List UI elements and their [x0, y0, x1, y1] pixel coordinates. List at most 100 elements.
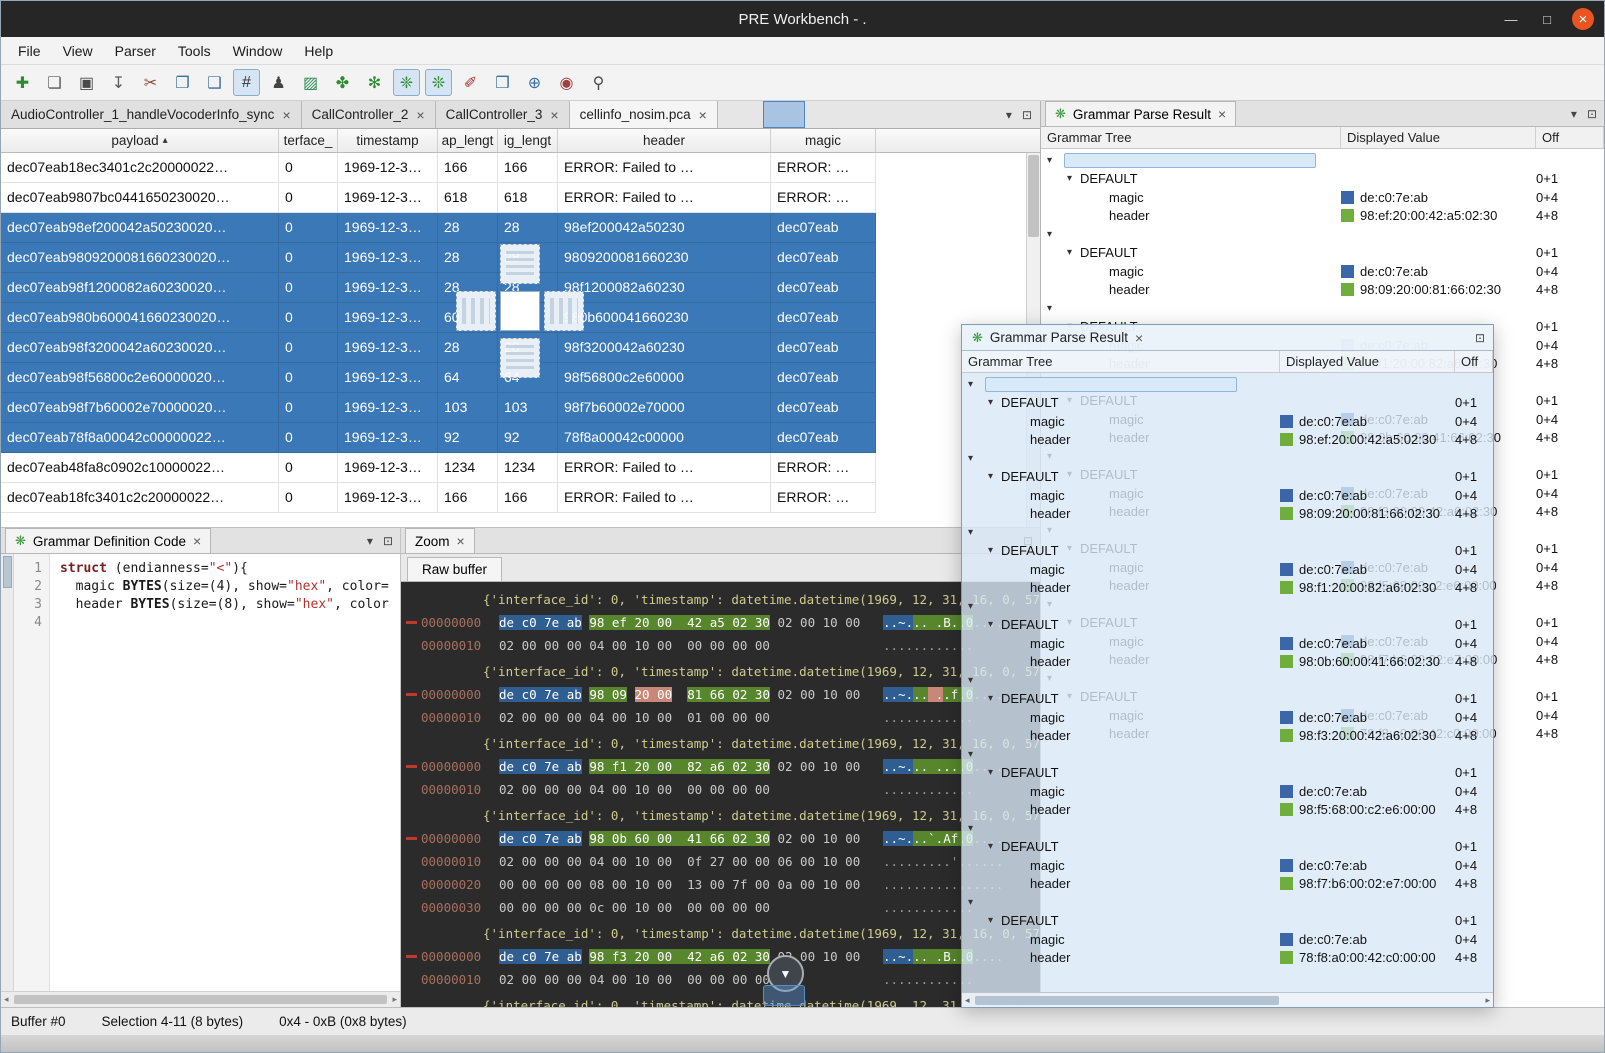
- hex-byte-group[interactable]: 98 f1 20 00 82 a6 02 30: [589, 759, 770, 774]
- menu-item-parser[interactable]: Parser: [104, 40, 167, 62]
- tree-packet-row[interactable]: ▾: [962, 819, 1493, 838]
- tree-default-row[interactable]: ▾DEFAULT0+1: [962, 542, 1493, 561]
- screenshot-icon[interactable]: ▨: [297, 69, 324, 96]
- tree-magic-row[interactable]: magicde:c0:7e:ab0+4: [962, 560, 1493, 579]
- hex-line[interactable]: 0000003000 00 00 00 0c 00 10 00 00 00 00…: [405, 896, 1040, 919]
- column-header-magic[interactable]: magic: [771, 129, 876, 152]
- tree-packet-row[interactable]: ▾: [962, 745, 1493, 764]
- hex-byte-group[interactable]: 02 00 00 00 04 00 10 00 00 00 00 00: [499, 782, 770, 797]
- hex-byte-group[interactable]: de c0 7e ab: [499, 759, 582, 774]
- table-row[interactable]: dec07eab18fc3401c2c20000022…01969-12-3…1…: [1, 483, 876, 513]
- hex-byte-group[interactable]: de c0 7e ab: [499, 615, 582, 630]
- chevron-down-icon[interactable]: ▾: [1047, 155, 1060, 166]
- column-header-timestamp[interactable]: timestamp: [338, 129, 438, 152]
- menu-item-tools[interactable]: Tools: [167, 40, 222, 62]
- export-doc-icon[interactable]: ❐: [169, 69, 196, 96]
- copy-file-icon[interactable]: ❏: [41, 69, 68, 96]
- maximize-button[interactable]: □: [1536, 8, 1558, 30]
- floating-titlebar[interactable]: ❋ Grammar Parse Result × ⊡: [962, 325, 1493, 351]
- code-editor[interactable]: 1234 struct (endianness="<"){ magic BYTE…: [1, 554, 400, 991]
- code-line[interactable]: struct (endianness="<"){: [60, 560, 400, 578]
- chevron-down-icon[interactable]: ▾: [367, 534, 373, 548]
- column-header-offset[interactable]: Off: [1455, 351, 1493, 372]
- tree-packet-row[interactable]: ▾: [1041, 225, 1604, 244]
- dock-guide-center[interactable]: [500, 291, 540, 331]
- table-row[interactable]: dec07eab98f3200042a60230020…01969-12-3…2…: [1, 333, 876, 363]
- tree-header-row[interactable]: header98:ef:20:00:42:a5:02:304+8: [962, 431, 1493, 450]
- hex-line[interactable]: 0000001002 00 00 00 04 00 10 00 01 00 00…: [405, 706, 1040, 729]
- chevron-down-icon[interactable]: ▾: [1571, 107, 1577, 121]
- tree-magic-row[interactable]: magicde:c0:7e:ab0+4: [962, 930, 1493, 949]
- tree-header-row[interactable]: header98:f5:68:00:c2:e6:00:004+8: [962, 801, 1493, 820]
- tree-default-row[interactable]: ▾DEFAULT0+1: [962, 468, 1493, 487]
- scroll-right-icon[interactable]: ▸: [1485, 995, 1490, 1006]
- hex-byte-group[interactable]: 02 00 10 00: [777, 831, 860, 846]
- table-row[interactable]: dec07eab98f1200082a60230020…01969-12-3…2…: [1, 273, 876, 303]
- scroll-right-icon[interactable]: ▸: [392, 994, 397, 1005]
- table-row[interactable]: dec07eab78f8a00042c00000022…01969-12-3…9…: [1, 423, 876, 453]
- chevron-down-icon[interactable]: ▾: [968, 601, 981, 612]
- tree-packet-row[interactable]: ▾: [962, 375, 1493, 394]
- table-row[interactable]: dec07eab98f56800c2e60000020…01969-12-3…6…: [1, 363, 876, 393]
- tree-packet-row[interactable]: ▾: [962, 893, 1493, 912]
- column-header-ig-lengt[interactable]: ig_lengt: [498, 129, 558, 152]
- close-button[interactable]: ×: [1572, 8, 1594, 30]
- table-row[interactable]: dec07eab980b600041660230020…01969-12-3…6…: [1, 303, 876, 333]
- hex-byte-group[interactable]: 02 00 00 00 04 00 10 00 00 00 00 00: [499, 972, 770, 987]
- tree-magic-row[interactable]: magicde:c0:7e:ab0+4: [962, 486, 1493, 505]
- chevron-down-icon[interactable]: ▾: [988, 545, 1001, 556]
- close-icon[interactable]: ×: [457, 533, 465, 549]
- search-icon[interactable]: ⚲: [585, 69, 612, 96]
- dock-guide-top[interactable]: [500, 244, 540, 284]
- hex-byte-group[interactable]: 98 0b 60 00 41 66 02 30: [589, 831, 770, 846]
- tree-default-row[interactable]: ▾DEFAULT0+1: [962, 394, 1493, 413]
- chevron-down-icon[interactable]: ▾: [988, 619, 1001, 630]
- floating-horizontal-scrollbar[interactable]: ◂ ▸: [962, 992, 1493, 1007]
- hex-byte-group[interactable]: 02 00 10 00: [777, 615, 860, 630]
- scrollbar-thumb[interactable]: [975, 996, 1280, 1005]
- close-icon[interactable]: ×: [699, 107, 707, 123]
- tree-packet-row[interactable]: ▾: [962, 449, 1493, 468]
- chevron-down-icon[interactable]: ▾: [988, 693, 1001, 704]
- column-header-header[interactable]: header: [558, 129, 771, 152]
- tree-magic-row[interactable]: magicde:c0:7e:ab0+4: [1041, 188, 1604, 207]
- paste-file-icon[interactable]: ↧: [105, 69, 132, 96]
- hex-line[interactable]: 0000001002 00 00 00 04 00 10 00 0f 27 00…: [405, 850, 1040, 873]
- scrollbar-thumb[interactable]: [3, 556, 12, 588]
- hex-byte-group[interactable]: 98 ef 20 00 42 a5 02 30: [589, 615, 770, 630]
- scrollbar-thumb[interactable]: [1028, 155, 1039, 237]
- hex-line[interactable]: 0000001002 00 00 00 04 00 10 00 00 00 00…: [405, 968, 1040, 991]
- column-header-payload[interactable]: payload▴: [1, 129, 279, 152]
- hex-line[interactable]: 0000002000 00 00 00 08 00 10 00 13 00 7f…: [405, 873, 1040, 896]
- tree-packet-row[interactable]: ▾: [962, 671, 1493, 690]
- table-row[interactable]: dec07eab98ef200042a50230020…01969-12-3…2…: [1, 213, 876, 243]
- tree-header-row[interactable]: header98:0b:60:00:41:66:02:304+8: [962, 653, 1493, 672]
- tree-magic-row[interactable]: magicde:c0:7e:ab0+4: [962, 856, 1493, 875]
- chevron-down-icon[interactable]: ▾: [1067, 247, 1080, 258]
- web-lookup-icon[interactable]: ⊕: [521, 69, 548, 96]
- column-header-displayed-value[interactable]: Displayed Value: [1280, 351, 1455, 372]
- code-line[interactable]: magic BYTES(size=(4), show="hex", color=: [60, 578, 400, 596]
- scroll-left-icon[interactable]: ◂: [965, 995, 970, 1006]
- tab-cellinfo-nosim-pca[interactable]: cellinfo_nosim.pca×: [570, 101, 718, 128]
- float-panel-icon[interactable]: ⊡: [383, 534, 393, 548]
- save-file-icon[interactable]: ▣: [73, 69, 100, 96]
- dock-guide-left[interactable]: [456, 291, 496, 331]
- chevron-down-icon[interactable]: ▾: [988, 767, 1001, 778]
- window-resize-edge[interactable]: [1, 1035, 1604, 1052]
- chevron-down-icon[interactable]: ▾: [988, 915, 1001, 926]
- tree-magic-row[interactable]: magicde:c0:7e:ab0+4: [962, 782, 1493, 801]
- chevron-down-icon[interactable]: ▾: [1047, 303, 1060, 314]
- chevron-down-icon[interactable]: ▾: [968, 527, 981, 538]
- tree-header-row[interactable]: header98:09:20:00:81:66:02:304+8: [962, 505, 1493, 524]
- column-header-offset[interactable]: Off: [1536, 127, 1604, 148]
- marker-icon[interactable]: ✐: [457, 69, 484, 96]
- close-icon[interactable]: ×: [282, 107, 290, 123]
- import-doc-icon[interactable]: ❑: [201, 69, 228, 96]
- titlebar[interactable]: PRE Workbench - . — □ ×: [1, 1, 1604, 37]
- float-panel-icon[interactable]: ⊡: [1587, 107, 1597, 121]
- tree-header-row[interactable]: header98:f1:20:00:82:a6:02:304+8: [962, 579, 1493, 598]
- cut-icon[interactable]: ✂: [137, 69, 164, 96]
- tree-default-row[interactable]: ▾DEFAULT0+1: [962, 764, 1493, 783]
- dock-guide-bottom[interactable]: [500, 338, 540, 378]
